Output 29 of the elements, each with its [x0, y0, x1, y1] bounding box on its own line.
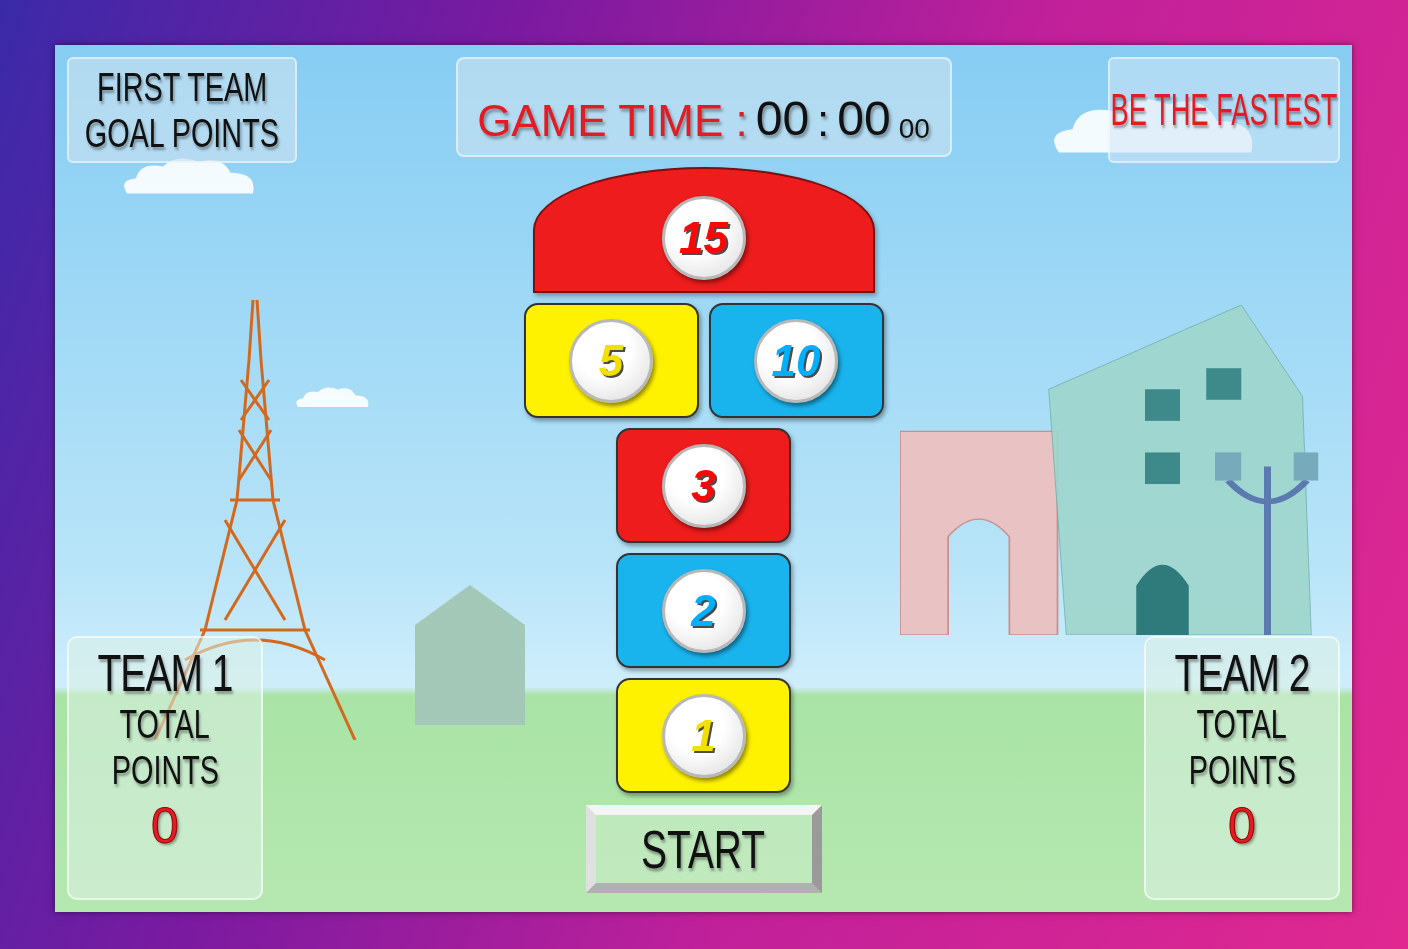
total-points-label: POINTS: [111, 746, 219, 793]
seconds-readout: 00: [837, 95, 891, 143]
team-name: TEAM 1: [97, 646, 233, 701]
hopscotch-arch[interactable]: 15: [532, 167, 875, 293]
total-points-label: TOTAL: [1196, 700, 1288, 747]
cell-number: 1: [691, 713, 716, 758]
hopscotch-square[interactable]: 5: [523, 303, 699, 418]
goal-points-label: GOAL POINTS: [84, 110, 280, 156]
hopscotch-square[interactable]: 1: [616, 678, 791, 793]
hundredths-readout: 00: [898, 115, 930, 143]
cell-number: 5: [598, 338, 624, 383]
start-button[interactable]: START: [585, 805, 822, 893]
hopscotch-square[interactable]: 10: [708, 303, 884, 418]
minutes-readout: 00: [755, 95, 810, 143]
cell-number: 2: [691, 588, 716, 633]
team-score: 0: [151, 800, 179, 851]
total-points-label: TOTAL: [119, 700, 211, 747]
hopscotch-square[interactable]: 2: [616, 553, 791, 668]
hopscotch-square[interactable]: 3: [616, 428, 791, 543]
time-separator: :: [817, 99, 830, 143]
total-points-label: POINTS: [1188, 746, 1296, 793]
game-time-label: GAME TIME :: [477, 99, 748, 143]
cell-number: 3: [691, 463, 716, 508]
team-score: 0: [1228, 800, 1256, 851]
goal-points-label: FIRST TEAM: [96, 64, 268, 110]
cell-number: 15: [679, 216, 728, 260]
slogan-text: BE THE FASTEST: [1110, 88, 1338, 132]
cell-number: 10: [771, 338, 821, 383]
team-name: TEAM 2: [1174, 646, 1310, 701]
